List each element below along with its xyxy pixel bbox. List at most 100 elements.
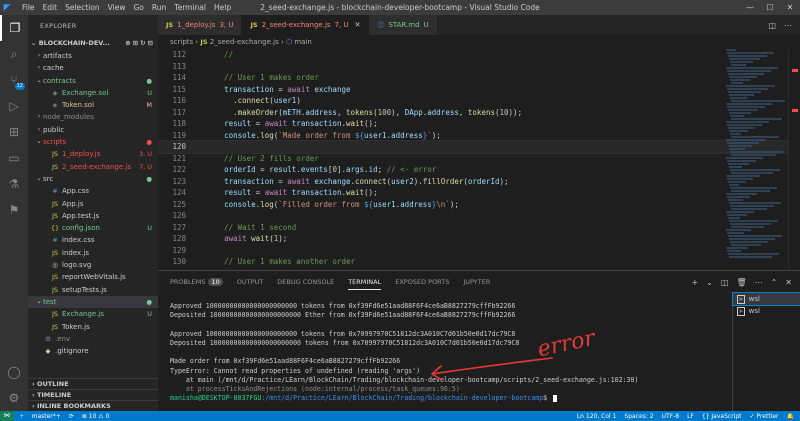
breadcrumb-folder[interactable]: scripts [170,38,193,46]
account-icon[interactable]: ◯ [0,359,28,385]
menu-item-file[interactable]: File [22,3,35,12]
bookmarks-icon[interactable]: ⚑ [0,197,28,223]
extensions-icon[interactable]: ⊞ [0,119,28,145]
menu-item-run[interactable]: Run [152,3,166,12]
branch-name[interactable]: master*+ [32,413,61,420]
menu-item-edit[interactable]: Edit [43,3,58,12]
code-token: ), [391,107,405,117]
code-token: // <- error [386,165,437,174]
file-item[interactable]: ◈ Token.sol M [28,99,158,111]
menu-item-help[interactable]: Help [214,3,231,12]
section-outline[interactable]: › OUTLINE [28,378,158,389]
remote-indicator[interactable]: ⋈ [0,411,14,421]
language-mode[interactable]: {} JavaScript [702,413,742,420]
terminal-instance[interactable]: > wsl [732,292,800,306]
prettier-status[interactable]: ✓ Prettier [750,413,779,420]
file-item[interactable]: {} config.json U [28,222,158,234]
panel-tab-jupyter[interactable]: JUPYTER [463,278,490,286]
split-editor-icon[interactable]: ◫ [768,21,776,30]
close-panel-icon[interactable]: ✕ [785,278,792,287]
trash-icon[interactable]: 🗑 [736,278,746,287]
eol[interactable]: LF [687,413,694,420]
file-item[interactable]: ⚙ .env [28,333,158,345]
code-token: log [260,199,274,209]
problems-summary[interactable]: ⊗ 10 ⚠ 0 [82,413,110,420]
new-terminal-icon[interactable]: + [691,278,698,287]
project-header[interactable]: ⌄ BLOCKCHAIN-DEV... ⊕⊞↻⊟ [28,37,158,50]
code-text: // Wait 1 second [192,222,296,234]
tab-star-md[interactable]: ⓵ STAR.md U [369,15,438,35]
folder-item[interactable]: › node_modules [28,111,158,123]
terminal[interactable]: Approved 10000000000000000000000 tokens … [158,293,731,412]
minimap-line [731,172,773,174]
split-terminal-icon[interactable]: ◫ [721,278,729,287]
panel-tab-exposed-ports[interactable]: EXPOSED PORTS [395,278,449,286]
breadcrumb-symbol[interactable]: main [294,38,312,46]
maximize-icon[interactable]: ☐ [760,0,780,15]
file-item[interactable]: # index.css [28,234,158,246]
terminal-instance[interactable]: > wsl [733,305,800,317]
terminal-line: at main (/mnt/d/Practice/LEarn/BlockChai… [170,375,639,384]
js-file-icon: JS [250,21,258,29]
file-item[interactable]: JS App.test.js [28,210,158,222]
file-item[interactable]: JS Token.js [28,321,158,333]
close-tab-icon[interactable]: ✕ [355,21,361,29]
source-control-icon[interactable]: ⑂ 12 [0,67,28,93]
notifications-bell-icon[interactable]: 🔔 [787,413,794,420]
explorer-icon[interactable]: ❐ [0,15,28,41]
panel-tab-output[interactable]: OUTPUT [237,278,264,286]
search-icon[interactable]: ⌕ [0,41,28,67]
minimize-icon[interactable]: — [740,0,760,15]
file-item[interactable]: ◈ Exchange.sol U [28,87,158,99]
folder-item[interactable]: ⌄ contracts ● [28,75,158,87]
close-window-icon[interactable]: ✕ [780,0,800,15]
tab-2-seed-exchange-js[interactable]: JS 2_seed-exchange.js 7, U ✕ [242,15,370,35]
explorer-actions[interactable]: ⊕⊞↻⊟ [125,37,158,50]
minimap[interactable] [726,49,786,270]
panel-tab-debug-console[interactable]: DEBUG CONSOLE [277,278,334,286]
cursor-position[interactable]: Ln 120, Col 1 [577,413,617,420]
file-item[interactable]: ◎ logo.svg [28,259,158,271]
tab-1-deploy-js[interactable]: JS 1_deploy.js 3, U [158,15,243,35]
folder-item[interactable]: › public [28,124,158,136]
file-item[interactable]: JS reportWebVitals.js [28,271,158,283]
menu-item-go[interactable]: Go [133,3,143,12]
minimap-line [728,73,764,75]
code-editor[interactable]: 112 //113 114 // User 1 makes order 115 tr… [158,49,800,270]
panel-tab-terminal[interactable]: TERMINAL [348,278,382,290]
manage-gear-icon[interactable]: ⚙ [0,385,28,411]
menu-item-view[interactable]: View [108,3,126,12]
menu-item-terminal[interactable]: Terminal [174,3,206,12]
file-item[interactable]: JS setupTests.js [28,284,158,296]
section-timeline[interactable]: › TIMELINE [28,389,158,400]
remote-explorer-icon[interactable]: ▭ [0,145,28,171]
testing-icon[interactable]: ⚗ [0,171,28,197]
section-inline-bookmarks[interactable]: › INLINE BOOKMARKS [28,400,158,411]
folder-item[interactable]: ⌄ src ● [28,173,158,185]
file-item[interactable]: JS Exchange.js U [28,308,158,320]
more-actions-icon[interactable]: ⋯ [755,278,763,287]
dropdown-icon[interactable]: ⌄ [706,278,713,287]
folder-item[interactable]: › cache [28,62,158,74]
maximize-panel-icon[interactable]: ⌃ [771,278,778,287]
menu-item-selection[interactable]: Selection [65,3,100,12]
folder-item[interactable]: ⌄ test ● [28,295,158,309]
file-item[interactable]: # App.css [28,185,158,197]
file-item[interactable]: JS 1_deploy.js 3, U [28,148,158,160]
file-item[interactable]: JS 2_seed-exchange.js 7, U [28,161,158,173]
minimap-line [731,190,770,192]
file-item[interactable]: ◆ .gitignore [28,345,158,357]
folder-item[interactable]: ⌄ scripts ● [28,136,158,148]
panel-tab-problems[interactable]: PROBLEMS 10 [170,278,223,286]
sync-icon[interactable]: ⟳ [69,413,74,420]
run-debug-icon[interactable]: ▷ [0,93,28,119]
more-actions-icon[interactable]: ⋯ [784,21,792,30]
file-item[interactable]: JS App.js [28,198,158,210]
minimap-line [730,241,768,243]
folder-item[interactable]: › artifacts [28,50,158,62]
encoding[interactable]: UTF-8 [662,413,680,420]
editor-scrollbar[interactable] [788,49,800,270]
indentation[interactable]: Spaces: 2 [624,413,653,420]
file-item[interactable]: JS index.js [28,247,158,259]
breadcrumb-file[interactable]: 2_seed-exchange.js [210,38,279,46]
